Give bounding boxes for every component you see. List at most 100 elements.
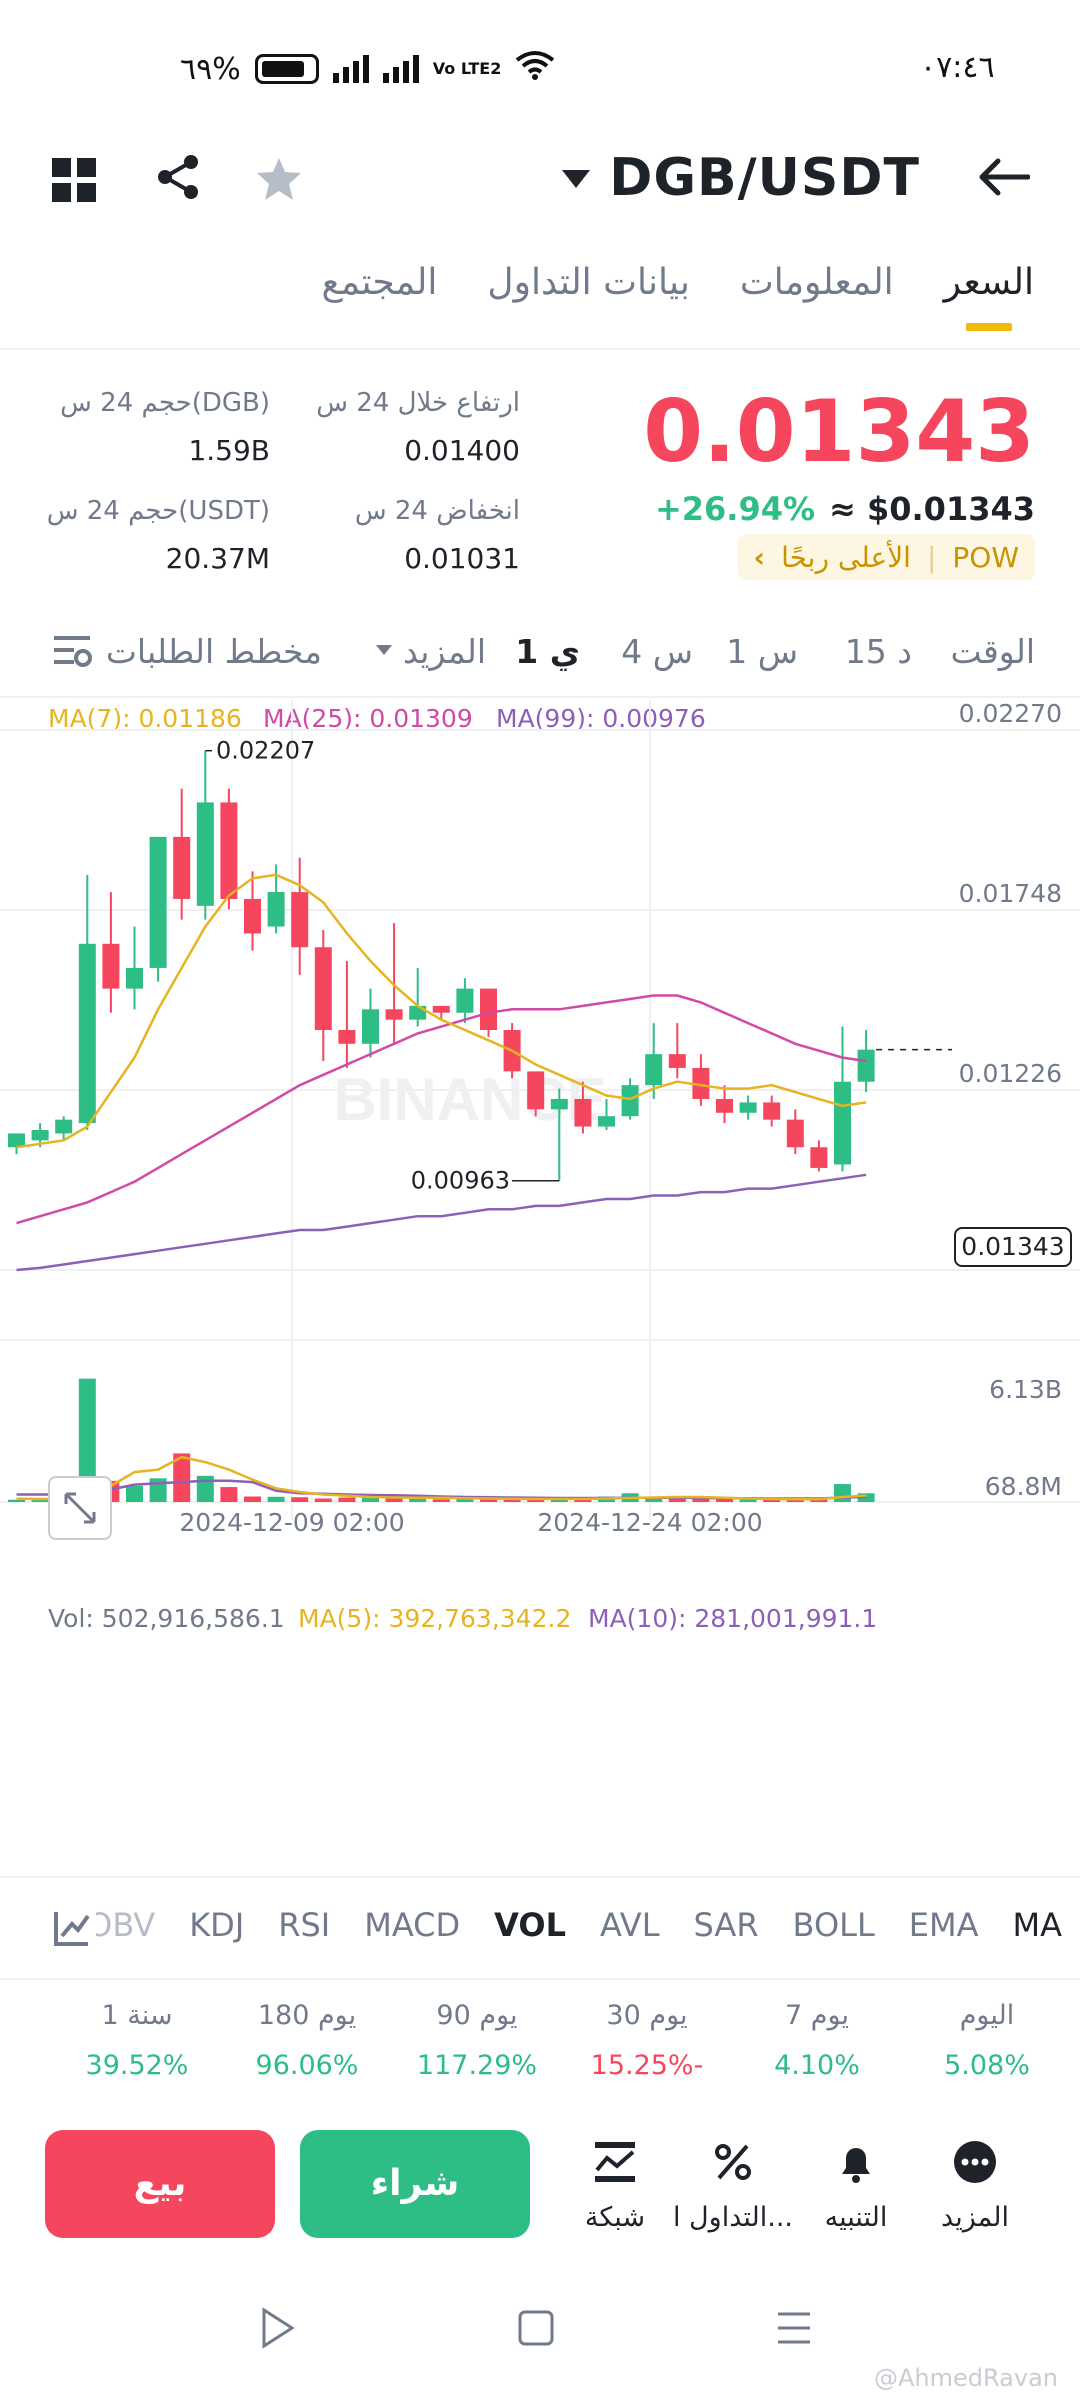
low-24h-label: انخفاض 24 س <box>354 496 520 526</box>
x-axis-label: 2024-12-09 02:00 <box>179 1508 404 1537</box>
candle-body <box>598 1116 615 1127</box>
volume-legend: Vol: 502,916,586.1 <box>48 1604 285 1633</box>
margin-trading-button[interactable]: التداول ا... <box>668 2140 798 2233</box>
perf-180d-label: 180 يوم <box>257 2000 357 2031</box>
volume-bar <box>220 1487 238 1502</box>
chart-bottom-divider <box>0 1876 1080 1878</box>
tab-trading-data[interactable]: بيانات التداول <box>487 262 689 303</box>
more-label: المزيد <box>941 2202 1009 2233</box>
min-price-label: 0.00963 <box>411 1167 510 1195</box>
tag-top-gainers[interactable]: الأعلى ربحًا <box>781 541 911 574</box>
volume-bar <box>314 1498 332 1502</box>
candle-body <box>621 1085 639 1117</box>
last-price-tag: 0.01343 <box>954 1227 1072 1267</box>
timeframe-15m[interactable]: 15 د <box>845 632 912 682</box>
y-axis-label: 0.02270 <box>959 700 1062 728</box>
wifi-icon <box>515 50 555 88</box>
indicator-boll[interactable]: BOLL <box>793 1906 875 1944</box>
caret-down-icon <box>376 645 392 655</box>
perf-7d-label: 7 يوم <box>785 2000 849 2031</box>
more-button[interactable]: المزيد <box>910 2140 1040 2233</box>
volume-bar <box>126 1485 143 1502</box>
grid-menu-icon[interactable] <box>52 158 96 213</box>
candle-body <box>480 988 497 1030</box>
timeframe-1h[interactable]: 1 س <box>726 632 798 682</box>
watermark-text: @AhmedRavan <box>874 2364 1058 2392</box>
expand-chart-icon[interactable] <box>48 1476 112 1540</box>
perf-30d-value: 15.25%- <box>590 2050 704 2081</box>
candlestick-chart[interactable]: BINANCE 0.022700.017480.012260.007040.02… <box>0 700 1080 1880</box>
indicator-ema[interactable]: EMA <box>909 1906 979 1944</box>
timeframe-1d[interactable]: 1 ي <box>515 632 580 682</box>
candle-body <box>31 1130 49 1141</box>
candle-body <box>196 802 214 906</box>
share-icon[interactable] <box>155 154 201 211</box>
candle-body <box>338 1030 356 1044</box>
volume-bar <box>338 1497 356 1502</box>
tab-community[interactable]: المجتمع <box>322 262 438 303</box>
dropdown-caret-icon[interactable] <box>562 170 590 188</box>
indicator-obv[interactable]: OBV <box>87 1906 155 1944</box>
perf-today-label: اليوم <box>959 2000 1015 2031</box>
indicator-avl[interactable]: AVL <box>600 1906 660 1944</box>
y-axis-label: 0.01226 <box>959 1059 1062 1088</box>
tags-row[interactable]: POW | الأعلى ربحًا ‹ <box>737 534 1035 580</box>
y-axis-label: 0.01748 <box>959 879 1062 908</box>
grid-trading-button[interactable]: شبكة <box>550 2140 680 2233</box>
chart-settings-icon[interactable] <box>52 632 92 676</box>
indicator-settings-icon[interactable] <box>52 1908 96 1948</box>
indicator-rsi[interactable]: RSI <box>278 1906 330 1944</box>
candle-body <box>362 1009 379 1044</box>
candle-body <box>432 1005 450 1013</box>
chevron-left-icon[interactable]: ‹ <box>754 541 766 574</box>
perf-90d-label: 90 يوم <box>436 2000 518 2031</box>
tab-price[interactable]: السعر <box>943 262 1034 331</box>
sell-button[interactable]: بيع <box>45 2130 275 2238</box>
timeframe-4h[interactable]: 4 س <box>621 632 693 682</box>
timeframe-more[interactable]: المزيد <box>403 632 486 682</box>
more-dots-icon <box>910 2140 1040 2190</box>
candle-body <box>668 1054 686 1068</box>
timeframe-label: الوقت <box>950 632 1035 671</box>
candle-body <box>55 1119 73 1134</box>
favorite-star-icon[interactable] <box>255 156 303 213</box>
volume-bar <box>716 1499 733 1502</box>
buy-button[interactable]: شراء <box>300 2130 530 2238</box>
nav-back-icon[interactable] <box>258 2306 298 2361</box>
candle-body <box>810 1147 828 1168</box>
indicator-vol[interactable]: VOL <box>494 1906 566 1944</box>
depth-chart-tab[interactable]: مخطط الطلبات <box>106 632 322 682</box>
volume-bar <box>432 1499 450 1502</box>
indicator-kdj[interactable]: KDJ <box>189 1906 244 1944</box>
nav-home-icon[interactable] <box>516 2306 556 2361</box>
tabs-divider <box>0 348 1080 350</box>
low-24h-value: 0.01031 <box>404 542 520 575</box>
candle-body <box>78 943 96 1124</box>
volume-bar <box>291 1497 309 1502</box>
bell-icon <box>791 2140 921 2190</box>
tab-info[interactable]: المعلومات <box>740 262 894 303</box>
candle-body <box>739 1102 757 1113</box>
indicator-ma[interactable]: MA <box>1013 1906 1063 1944</box>
alert-button[interactable]: التنبيه <box>791 2140 921 2233</box>
last-price: 0.01343 <box>643 382 1035 482</box>
margin-trading-label: التداول ا... <box>672 2202 794 2233</box>
indicator-sar[interactable]: SAR <box>694 1906 759 1944</box>
candle-body <box>786 1119 804 1148</box>
tag-pow[interactable]: POW <box>952 541 1019 574</box>
candle-body <box>834 1081 851 1165</box>
volume-ma5-legend: MA(5): 392,763,342.2 <box>298 1604 572 1633</box>
tab-underline <box>965 323 1012 331</box>
candle-body <box>550 1098 568 1110</box>
tab-price-label: السعر <box>943 262 1034 303</box>
high-24h-value: 0.01400 <box>404 434 520 467</box>
volume-axis-label: 68.8M <box>985 1472 1062 1501</box>
change-percent: +26.94% <box>654 490 816 528</box>
back-arrow-icon[interactable] <box>978 150 1031 210</box>
nav-menu-icon[interactable] <box>774 2306 814 2361</box>
indicator-macd[interactable]: MACD <box>364 1906 460 1944</box>
tab-bar: السعر المعلومات بيانات التداول المجتمع <box>322 262 1034 331</box>
candle-body <box>173 836 191 899</box>
perf-90d-value: 117.29% <box>416 2050 538 2081</box>
pair-title[interactable]: DGB/USDT <box>609 148 920 208</box>
